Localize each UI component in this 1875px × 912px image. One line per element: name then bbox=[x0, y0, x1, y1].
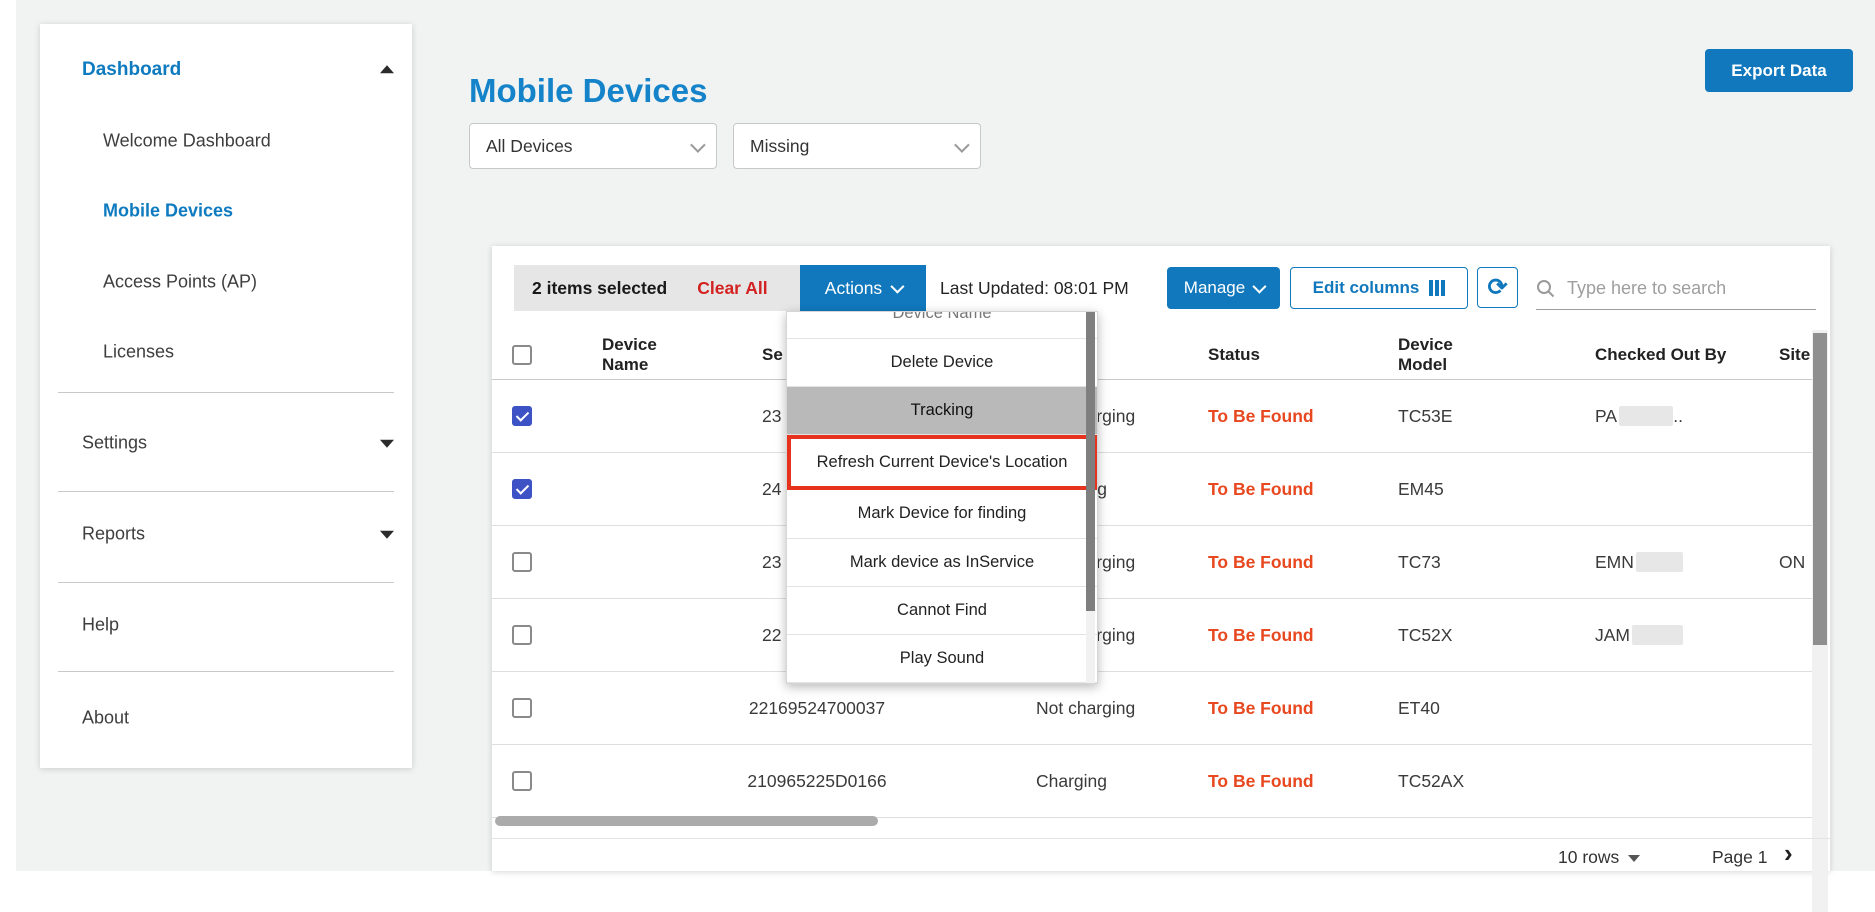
model-cell: ET40 bbox=[1302, 698, 1499, 719]
row-checkbox[interactable] bbox=[512, 406, 532, 426]
model-cell: TC53E bbox=[1302, 406, 1499, 427]
chevron-down-icon bbox=[1253, 280, 1267, 294]
chevron-down-icon bbox=[954, 137, 970, 153]
chevron-down-icon bbox=[690, 137, 706, 153]
row-checkbox[interactable] bbox=[512, 552, 532, 572]
table-header-row: Device Name Se Status Device Model Check… bbox=[492, 330, 1812, 380]
menu-section-tracking: Tracking bbox=[787, 387, 1097, 435]
table-row: 210965225D0166 Charging To Be Found TC52… bbox=[492, 745, 1812, 818]
scrollbar-thumb[interactable] bbox=[1813, 333, 1827, 645]
menu-item-mark-inservice[interactable]: Mark device as InService bbox=[787, 539, 1097, 587]
pagination-divider bbox=[492, 838, 1830, 839]
menu-scrollbar[interactable] bbox=[1086, 312, 1095, 683]
redaction-bar bbox=[1632, 625, 1683, 645]
caret-down-icon[interactable] bbox=[380, 531, 394, 539]
chevron-right-icon[interactable]: › bbox=[1784, 838, 1793, 869]
last-updated-label: Last Updated: 08:01 PM bbox=[940, 265, 1129, 311]
actions-button[interactable]: Actions bbox=[800, 265, 926, 311]
sidebar-divider bbox=[58, 491, 394, 492]
status-cell: To Be Found bbox=[1112, 552, 1302, 573]
serial-cell: 22169524700037 bbox=[702, 698, 932, 719]
edit-columns-button[interactable]: Edit columns bbox=[1290, 267, 1468, 309]
chevron-down-icon bbox=[891, 280, 905, 294]
menu-item-mark-for-finding[interactable]: Mark Device for finding bbox=[787, 490, 1097, 538]
page-title: Mobile Devices bbox=[469, 72, 707, 110]
status-filter-value: Missing bbox=[750, 136, 809, 157]
column-header-site[interactable]: Site bbox=[1683, 345, 1812, 365]
status-cell: To Be Found bbox=[1112, 771, 1302, 792]
status-cell: To Be Found bbox=[1112, 479, 1302, 500]
status-cell: To Be Found bbox=[1112, 698, 1302, 719]
select-all-checkbox[interactable] bbox=[512, 345, 532, 365]
row-checkbox[interactable] bbox=[512, 698, 532, 718]
export-data-button[interactable]: Export Data bbox=[1705, 49, 1853, 92]
selected-count-label: 2 items selected bbox=[532, 278, 667, 299]
charging-cell: Charging bbox=[932, 771, 1112, 792]
row-checkbox[interactable] bbox=[512, 771, 532, 791]
charging-cell: Not charging bbox=[932, 698, 1112, 719]
status-filter-select[interactable]: Missing bbox=[733, 123, 981, 169]
sidebar: Dashboard Welcome Dashboard Mobile Devic… bbox=[40, 24, 412, 768]
table-row: 22 Not charging To Be Found TC52X JAM bbox=[492, 599, 1812, 672]
model-cell: TC52AX bbox=[1302, 771, 1499, 792]
model-cell: TC52X bbox=[1302, 625, 1499, 646]
menu-item-partial[interactable]: Device Name bbox=[787, 312, 1097, 339]
search-input[interactable] bbox=[1565, 277, 1799, 300]
page-number-label: Page 1 bbox=[1712, 842, 1767, 872]
checked-out-cell: JAM bbox=[1499, 625, 1683, 646]
refresh-button[interactable]: ⟳ bbox=[1477, 267, 1518, 308]
redaction-bar bbox=[1619, 406, 1673, 426]
actions-dropdown-menu: Device Name Delete Device Tracking Refre… bbox=[786, 311, 1098, 684]
status-cell: To Be Found bbox=[1112, 625, 1302, 646]
site-cell: ON bbox=[1683, 552, 1812, 573]
manage-button[interactable]: Manage bbox=[1167, 267, 1280, 309]
redaction-bar bbox=[1636, 552, 1683, 572]
sidebar-divider bbox=[58, 582, 394, 583]
search-box bbox=[1536, 267, 1816, 310]
table-row: 24 Charging To Be Found EM45 bbox=[492, 453, 1812, 526]
table-row: 23 Not charging To Be Found TC53E PA .. bbox=[492, 380, 1812, 453]
column-header-device-model[interactable]: Device Model bbox=[1302, 335, 1499, 375]
sidebar-divider bbox=[58, 392, 394, 393]
serial-cell: 210965225D0166 bbox=[702, 771, 932, 792]
selection-toolbar: 2 items selected Clear All Actions bbox=[514, 265, 926, 311]
table-body: 23 Not charging To Be Found TC53E PA .. … bbox=[492, 380, 1812, 818]
caret-up-icon[interactable] bbox=[380, 65, 394, 73]
scrollbar-thumb[interactable] bbox=[1086, 312, 1095, 611]
menu-item-refresh-location[interactable]: Refresh Current Device's Location bbox=[787, 435, 1097, 490]
rows-per-page-select[interactable]: 10 rows bbox=[1558, 842, 1640, 872]
device-filter-value: All Devices bbox=[486, 136, 573, 157]
column-header-device-name[interactable]: Device Name bbox=[552, 335, 702, 375]
devices-table-card: 2 items selected Clear All Actions Last … bbox=[492, 246, 1830, 871]
columns-icon bbox=[1429, 280, 1445, 296]
menu-item-cannot-find[interactable]: Cannot Find bbox=[787, 587, 1097, 635]
column-header-checked-out-by[interactable]: Checked Out By bbox=[1499, 345, 1683, 365]
table-row: 22169524700037 Not charging To Be Found … bbox=[492, 672, 1812, 745]
clear-all-button[interactable]: Clear All bbox=[697, 278, 767, 299]
checked-out-cell: PA .. bbox=[1499, 406, 1683, 427]
chevron-down-icon bbox=[1628, 855, 1640, 862]
model-cell: TC73 bbox=[1302, 552, 1499, 573]
table-horizontal-scrollbar[interactable] bbox=[495, 816, 878, 826]
status-cell: To Be Found bbox=[1112, 406, 1302, 427]
caret-down-icon[interactable] bbox=[380, 440, 394, 448]
sidebar-divider bbox=[58, 671, 394, 672]
search-icon bbox=[1536, 279, 1555, 298]
menu-item-play-sound[interactable]: Play Sound bbox=[787, 635, 1097, 683]
model-cell: EM45 bbox=[1302, 479, 1499, 500]
row-checkbox[interactable] bbox=[512, 479, 532, 499]
device-filter-select[interactable]: All Devices bbox=[469, 123, 717, 169]
checked-out-cell: EMN bbox=[1499, 552, 1683, 573]
table-row: 23 Not charging To Be Found TC73 EMN ON bbox=[492, 526, 1812, 599]
menu-item-delete-device[interactable]: Delete Device bbox=[787, 339, 1097, 387]
column-header-status[interactable]: Status bbox=[1112, 345, 1302, 365]
table-vertical-scrollbar[interactable] bbox=[1812, 330, 1828, 912]
row-checkbox[interactable] bbox=[512, 625, 532, 645]
